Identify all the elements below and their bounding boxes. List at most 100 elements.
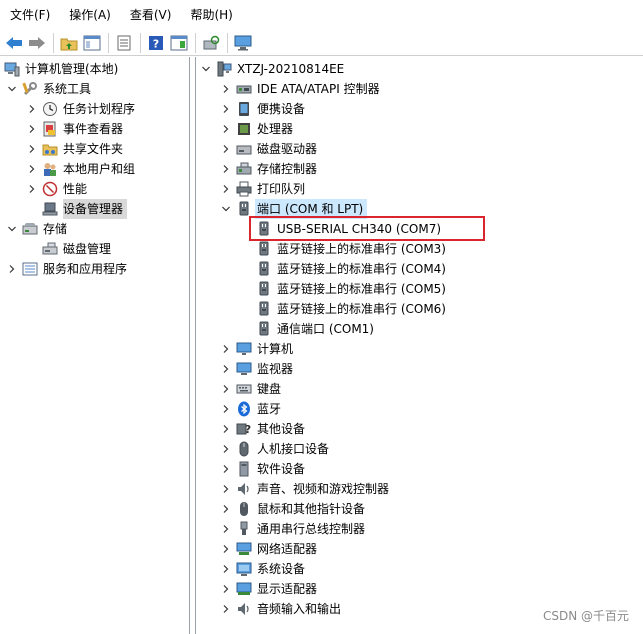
device-port-com1[interactable]: 通信端口 (COM1) [256, 319, 374, 339]
device-category-software-devices[interactable]: 软件设备 [220, 459, 305, 479]
folder-up-icon [60, 38, 78, 50]
expand-chevron-icon[interactable] [220, 119, 232, 139]
expand-chevron-icon[interactable] [26, 139, 38, 159]
expand-chevron-icon[interactable] [220, 599, 232, 619]
device-category-ports[interactable]: 端口 (COM 和 LPT) [220, 199, 368, 219]
tree-node-system-tools[interactable]: 系统工具 [6, 79, 91, 99]
device-category-processors[interactable]: 处理器 [220, 119, 293, 139]
navigation-tree-pane: 计算机管理(本地) 系统工具 任务计划程序 事件查看器 共享文件夹 本地用户和组… [0, 57, 190, 634]
device-category-disk-drives[interactable]: 磁盘驱动器 [220, 139, 317, 159]
port-icon [256, 301, 272, 317]
disk-drive-icon [236, 141, 252, 157]
audio-speaker-icon [236, 601, 252, 617]
device-category-audio-io[interactable]: 音频输入和输出 [220, 599, 341, 619]
menu-action[interactable]: 操作(A) [59, 0, 120, 30]
expand-chevron-icon[interactable] [220, 79, 232, 99]
port-icon [256, 241, 272, 257]
expand-chevron-icon[interactable] [220, 499, 232, 519]
action-pane-icon [170, 35, 188, 50]
device-tree-pane: XTZJ-20210814EE IDE ATA/ATAPI 控制器 便携设备 处… [195, 57, 643, 634]
collapse-chevron-icon[interactable] [220, 199, 232, 219]
scan-hardware-button[interactable] [201, 33, 221, 53]
expand-chevron-icon[interactable] [220, 519, 232, 539]
device-port-com3[interactable]: 蓝牙链接上的标准串行 (COM3) [256, 239, 446, 259]
device-category-mice[interactable]: 鼠标和其他指针设备 [220, 499, 365, 519]
expand-chevron-icon[interactable] [220, 379, 232, 399]
expand-chevron-icon[interactable] [220, 459, 232, 479]
toolbar: ? [0, 30, 643, 56]
tree-node-computer-management[interactable]: 计算机管理(本地) [4, 59, 118, 79]
tree-node-local-users-groups[interactable]: 本地用户和组 [26, 159, 135, 179]
show-hide-tree-button[interactable] [82, 33, 102, 53]
action-pane-button[interactable] [169, 33, 189, 53]
menu-file[interactable]: 文件(F) [0, 0, 59, 30]
expand-chevron-icon[interactable] [26, 179, 38, 199]
expand-chevron-icon[interactable] [220, 159, 232, 179]
device-category-print-queues[interactable]: 打印队列 [220, 179, 305, 199]
tree-node-task-scheduler[interactable]: 任务计划程序 [26, 99, 135, 119]
expand-chevron-icon[interactable] [220, 419, 232, 439]
toolbar-separator [108, 32, 109, 53]
up-folder-button[interactable] [59, 33, 79, 53]
monitor-button[interactable] [233, 33, 253, 53]
device-category-bluetooth[interactable]: 蓝牙 [220, 399, 281, 419]
software-device-icon [236, 461, 252, 477]
tree-node-shared-folders[interactable]: 共享文件夹 [26, 139, 123, 159]
device-category-ide[interactable]: IDE ATA/ATAPI 控制器 [220, 79, 380, 99]
device-port-ch340[interactable]: USB-SERIAL CH340 (COM7) [256, 219, 441, 239]
tree-node-performance[interactable]: 性能 [26, 179, 87, 199]
menu-help[interactable]: 帮助(H) [180, 0, 241, 30]
device-category-system-devices[interactable]: 系统设备 [220, 559, 305, 579]
expand-chevron-icon[interactable] [220, 179, 232, 199]
device-port-com5[interactable]: 蓝牙链接上的标准串行 (COM5) [256, 279, 446, 299]
collapse-chevron-icon[interactable] [6, 219, 18, 239]
device-tree-root[interactable]: XTZJ-20210814EE [200, 59, 344, 79]
device-category-sound-video-game[interactable]: 声音、视频和游戏控制器 [220, 479, 389, 499]
tree-node-services-applications[interactable]: 服务和应用程序 [6, 259, 127, 279]
forward-button[interactable] [27, 33, 47, 53]
expand-chevron-icon[interactable] [220, 559, 232, 579]
tree-node-event-viewer[interactable]: 事件查看器 [26, 119, 123, 139]
console-tree-icon [83, 35, 101, 50]
device-category-computer[interactable]: 计算机 [220, 339, 293, 359]
back-button[interactable] [4, 33, 24, 53]
expand-chevron-icon[interactable] [26, 159, 38, 179]
device-category-other-devices[interactable]: ? 其他设备 [220, 419, 305, 439]
shared-folder-icon [42, 141, 58, 157]
collapse-chevron-icon[interactable] [6, 79, 18, 99]
computer-icon [216, 61, 232, 77]
device-port-com4[interactable]: 蓝牙链接上的标准串行 (COM4) [256, 259, 446, 279]
device-category-usb-controllers[interactable]: 通用串行总线控制器 [220, 519, 365, 539]
tree-node-disk-management[interactable]: 磁盘管理 [42, 239, 111, 259]
expand-chevron-icon[interactable] [26, 119, 38, 139]
tree-node-storage[interactable]: 存储 [6, 219, 67, 239]
expand-chevron-icon[interactable] [220, 359, 232, 379]
expand-chevron-icon[interactable] [6, 259, 18, 279]
device-category-monitors[interactable]: 监视器 [220, 359, 293, 379]
expand-chevron-icon[interactable] [220, 579, 232, 599]
collapse-chevron-icon[interactable] [200, 59, 212, 79]
tree-node-device-manager[interactable]: 设备管理器 [42, 199, 128, 219]
device-category-keyboards[interactable]: 键盘 [220, 379, 281, 399]
device-category-hid[interactable]: 人机接口设备 [220, 439, 329, 459]
properties-button[interactable] [114, 33, 134, 53]
expand-chevron-icon[interactable] [220, 439, 232, 459]
device-category-storage-controllers[interactable]: 存储控制器 [220, 159, 317, 179]
expand-chevron-icon[interactable] [220, 539, 232, 559]
device-port-com6[interactable]: 蓝牙链接上的标准串行 (COM6) [256, 299, 446, 319]
expand-chevron-icon[interactable] [220, 339, 232, 359]
expand-chevron-icon[interactable] [220, 399, 232, 419]
device-category-portable-devices[interactable]: 便携设备 [220, 99, 305, 119]
expand-chevron-icon[interactable] [220, 99, 232, 119]
device-category-display-adapters[interactable]: 显示适配器 [220, 579, 317, 599]
expand-chevron-icon[interactable] [26, 99, 38, 119]
bluetooth-icon [236, 401, 252, 417]
performance-icon [42, 181, 58, 197]
display-adapter-icon [236, 581, 252, 597]
expand-chevron-icon[interactable] [220, 139, 232, 159]
device-category-network-adapters[interactable]: 网络适配器 [220, 539, 317, 559]
expand-chevron-icon[interactable] [220, 479, 232, 499]
printer-icon [236, 181, 252, 197]
menu-view[interactable]: 查看(V) [120, 0, 181, 30]
help-button[interactable]: ? [146, 33, 166, 53]
